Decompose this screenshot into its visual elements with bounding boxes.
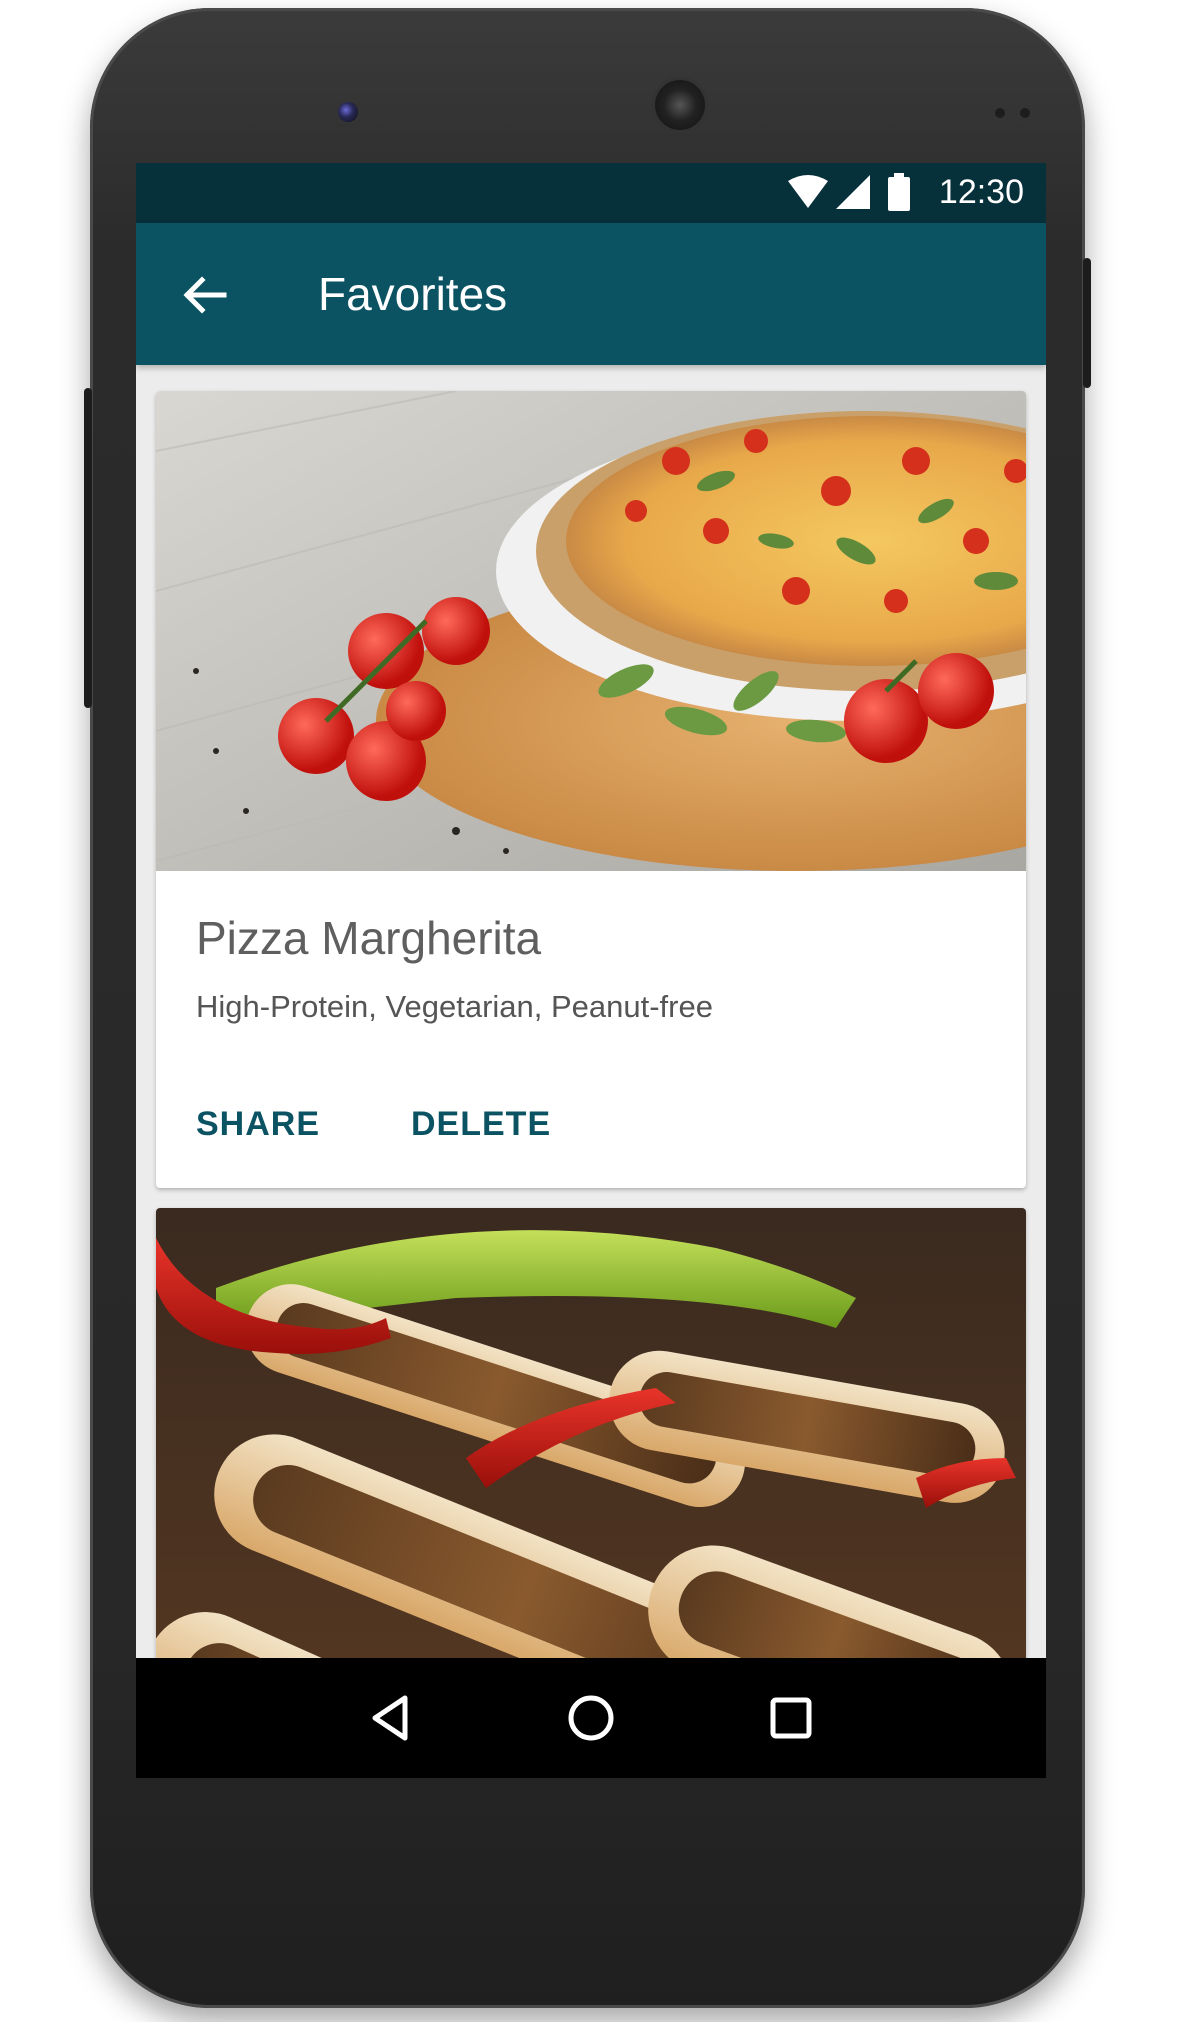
home-circle-icon[interactable] <box>561 1688 621 1748</box>
recipe-card[interactable]: Pizza Margherita High-Protein, Vegetaria… <box>156 391 1026 1188</box>
light-sensor <box>1020 108 1030 118</box>
back-triangle-icon[interactable] <box>361 1688 421 1748</box>
share-button[interactable]: SHARE <box>196 1105 320 1144</box>
delete-button[interactable]: DELETE <box>411 1105 551 1144</box>
card-subtitle: High-Protein, Vegetarian, Peanut-free <box>196 989 713 1024</box>
front-camera <box>338 102 358 122</box>
power-button <box>84 388 92 708</box>
pizza-photo <box>156 391 1026 871</box>
app-bar: Favorites <box>136 223 1046 365</box>
battery-icon <box>888 173 910 211</box>
card-title: Pizza Margherita <box>196 912 542 964</box>
earpiece-speaker <box>655 80 705 130</box>
recents-square-icon[interactable] <box>761 1688 821 1748</box>
device-screen: 12:30 Favorites Pizza Margherita High-Pr… <box>136 163 1046 1778</box>
status-time: 12:30 <box>938 173 1024 211</box>
navigation-bar <box>136 1658 1046 1778</box>
page-title: Favorites <box>318 268 508 320</box>
volume-button <box>1083 258 1091 388</box>
arrow-back-icon[interactable] <box>178 269 230 321</box>
signal-icon <box>836 175 870 209</box>
proximity-sensor <box>995 108 1005 118</box>
status-bar: 12:30 <box>136 163 1046 223</box>
wifi-icon <box>788 175 828 208</box>
